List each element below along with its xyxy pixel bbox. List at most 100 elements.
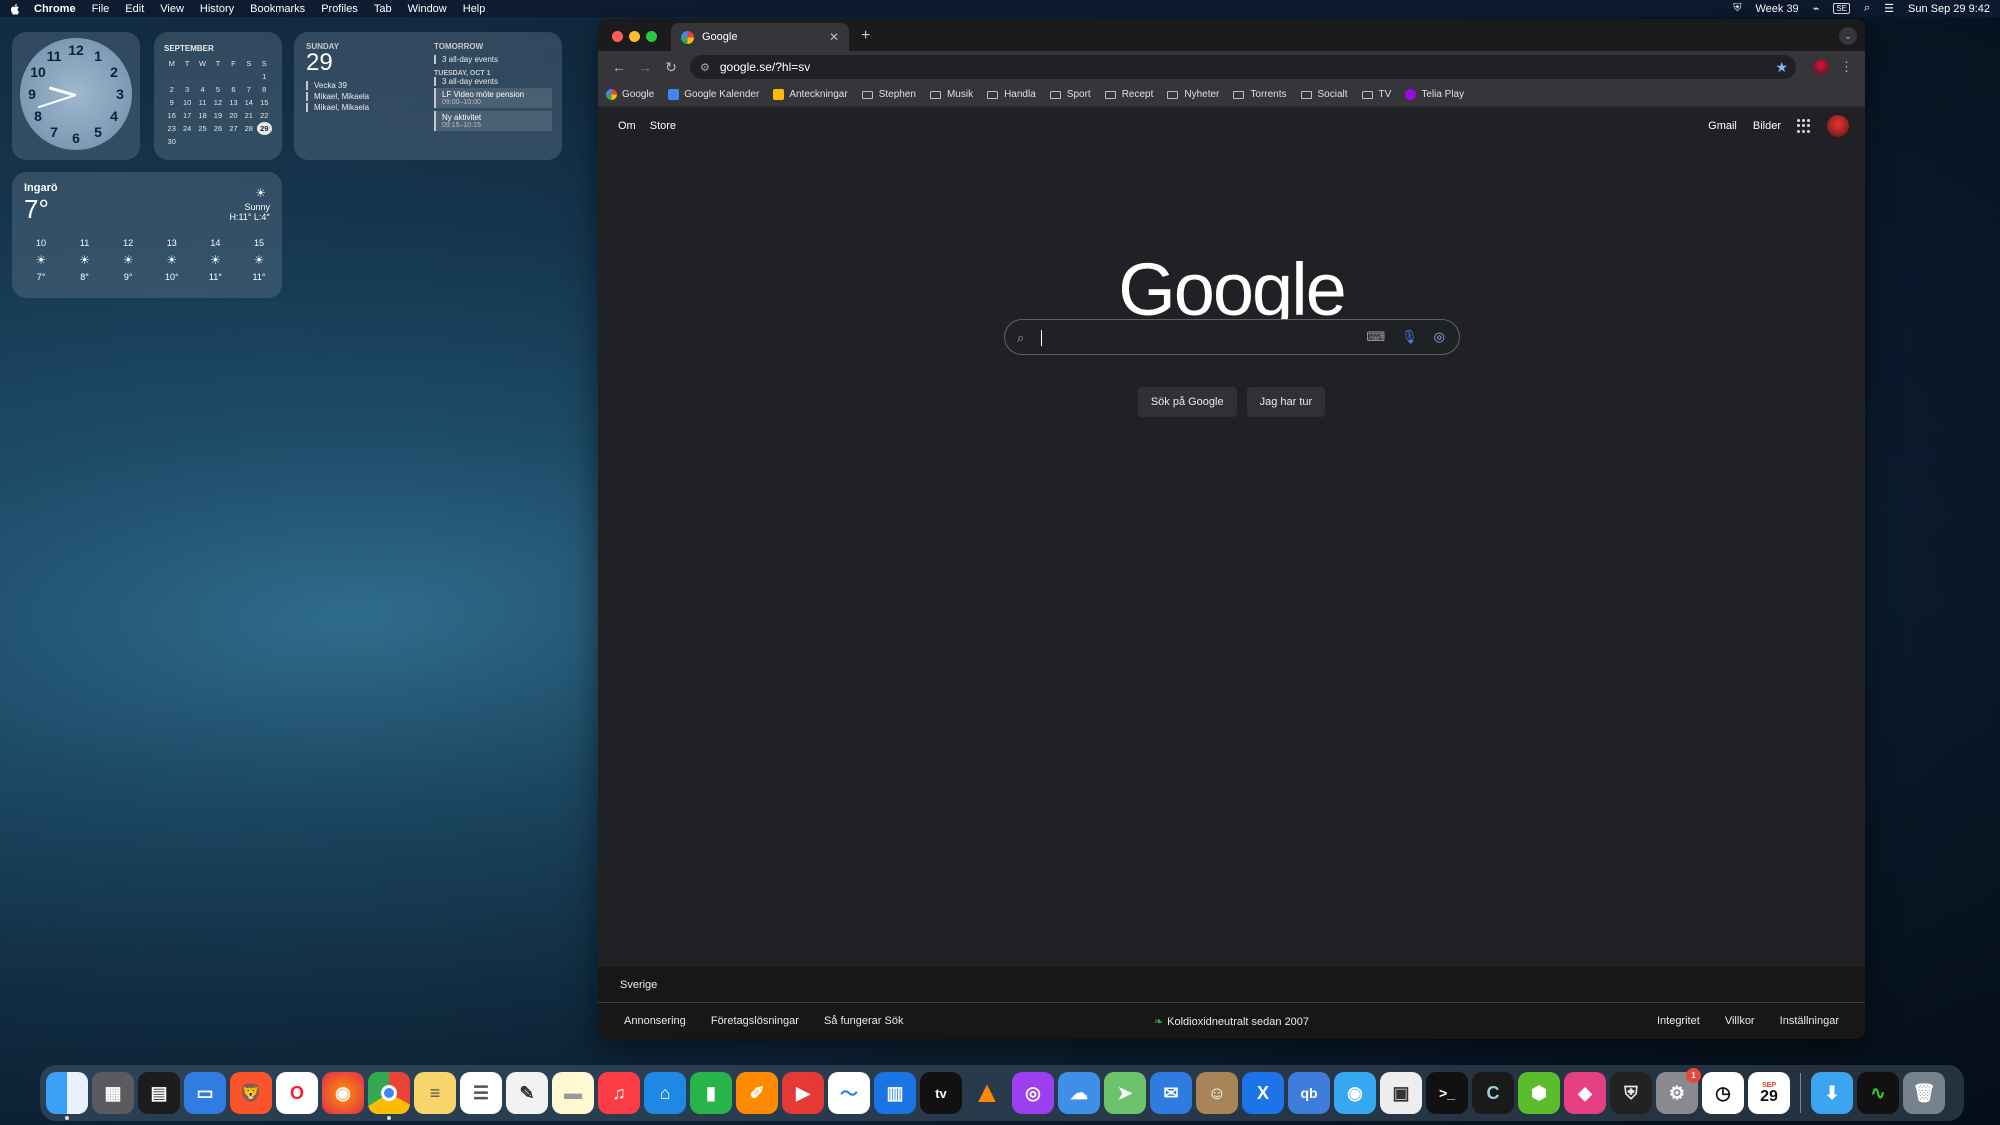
store-link[interactable]: Store [650, 120, 676, 132]
wifi-off-icon[interactable]: ⌁ [1813, 2, 1820, 15]
minimize-window-button[interactable] [629, 31, 640, 42]
mail-icon[interactable]: ✉ [1150, 1072, 1192, 1114]
clock-app-icon[interactable]: ◷ [1702, 1072, 1744, 1114]
bookmark-folder-socialt[interactable]: Socialt [1300, 89, 1348, 100]
bookmark-folder-tv[interactable]: TV [1361, 89, 1391, 100]
close-window-button[interactable] [612, 31, 623, 42]
ccleaner-icon[interactable]: C [1472, 1072, 1514, 1114]
google-lens-icon[interactable]: ◎ [1434, 329, 1445, 345]
menu-file[interactable]: File [92, 3, 110, 15]
menu-tab[interactable]: Tab [374, 3, 392, 15]
footer-privacy-link[interactable]: Integritet [1657, 1015, 1700, 1027]
event-item[interactable]: 3 all-day events [434, 55, 552, 64]
forward-icon[interactable]: → [632, 59, 658, 75]
event-item[interactable]: Mikael, Mikaela [306, 92, 422, 101]
event-item[interactable]: LF Video möte pension 09:00–10:00 [434, 88, 552, 108]
menu-profiles[interactable]: Profiles [321, 3, 358, 15]
bookmark-folder-torrents[interactable]: Torrents [1233, 89, 1287, 100]
file-manager-icon[interactable]: ▭ [184, 1072, 226, 1114]
bookmark-folder-handla[interactable]: Handla [987, 89, 1036, 100]
keyboard-icon[interactable]: ⌨ [1366, 329, 1385, 345]
bookmark-telia-play[interactable]: Telia Play [1405, 89, 1464, 100]
event-item[interactable]: Vecka 39 [306, 81, 422, 90]
zoom-window-button[interactable] [646, 31, 657, 42]
preview-icon[interactable]: ▣ [1380, 1072, 1422, 1114]
input-source-indicator[interactable]: SE [1833, 3, 1850, 14]
tab-google[interactable]: Google ✕ [671, 23, 849, 51]
images-link[interactable]: Bilder [1753, 120, 1781, 132]
gmail-link[interactable]: Gmail [1708, 120, 1737, 132]
keynote-icon[interactable]: ⌂ [644, 1072, 686, 1114]
weather-app-icon[interactable]: ☁ [1058, 1072, 1100, 1114]
bookmark-folder-recept[interactable]: Recept [1104, 89, 1153, 100]
menu-app-name[interactable]: Chrome [34, 3, 76, 15]
search-box[interactable]: ⌕ ⌨ 🎙 ◎ [1004, 319, 1460, 355]
mission-control-icon[interactable]: ▤ [138, 1072, 180, 1114]
event-item[interactable]: Ny aktivitet 09:15–10:15 [434, 111, 552, 131]
downloads-folder-icon[interactable]: ⬇ [1811, 1072, 1853, 1114]
activity-monitor-icon[interactable]: ∿ [1857, 1072, 1899, 1114]
im-feeling-lucky-button[interactable]: Jag har tur [1246, 387, 1326, 417]
system-settings-icon[interactable]: ⚙ 1 [1656, 1068, 1701, 1114]
bookmark-google-kalender[interactable]: Google Kalender [668, 89, 759, 100]
qbittorrent-icon[interactable]: qb [1288, 1072, 1330, 1114]
music-icon[interactable]: ♫ [598, 1072, 640, 1114]
shield-status-icon[interactable]: ⛨ [1733, 2, 1741, 15]
finder-icon[interactable] [46, 1072, 88, 1120]
reminders-icon[interactable]: ☰ [460, 1072, 502, 1114]
freeform-icon[interactable]: 〜 [828, 1072, 870, 1114]
calendar-events-widget[interactable]: SUNDAY 29 Vecka 39 Mikael, Mikaela Mikae… [294, 32, 562, 160]
calendar-month-widget[interactable]: SEPTEMBER M T W T F S S 1 2345678 9 10 11 1… [154, 32, 282, 160]
launchpad-icon[interactable]: ▦ [92, 1072, 134, 1114]
podcasts-icon[interactable]: ◎ [1012, 1072, 1054, 1114]
bookmark-star-icon[interactable]: ★ [1775, 59, 1788, 76]
new-tab-button[interactable]: + [861, 27, 870, 45]
clock-widget[interactable]: 12 1 2 3 4 5 6 7 8 9 10 11 [12, 32, 140, 160]
search-input[interactable] [1039, 326, 1359, 348]
menu-clock[interactable]: Sun Sep 29 9:42 [1908, 3, 1990, 15]
chrome-icon[interactable] [368, 1072, 410, 1120]
menu-view[interactable]: View [160, 3, 184, 15]
profile-avatar[interactable] [1813, 59, 1829, 75]
bookmark-anteckningar[interactable]: Anteckningar [773, 89, 848, 100]
close-tab-icon[interactable]: ✕ [829, 30, 839, 44]
contacts-icon[interactable]: ☺ [1196, 1072, 1238, 1114]
maps-icon[interactable]: ➤ [1104, 1072, 1146, 1114]
microphone-icon[interactable]: 🎙 [1401, 329, 1418, 345]
numbers-icon[interactable]: ▮ [690, 1072, 732, 1114]
brave-browser-icon[interactable]: 🦁 [230, 1072, 272, 1114]
bookmark-folder-stephen[interactable]: Stephen [861, 89, 916, 100]
footer-settings-link[interactable]: Inställningar [1780, 1015, 1839, 1027]
tab-search-button[interactable]: ⌄ [1839, 27, 1857, 45]
google-apps-icon[interactable] [1797, 119, 1811, 133]
stickies-icon[interactable]: ≡ [414, 1072, 456, 1114]
vpn-icon[interactable]: ◉ [1334, 1072, 1376, 1114]
trash-icon[interactable]: 🗑 [1903, 1072, 1945, 1114]
pages-icon[interactable]: ✐ [736, 1072, 778, 1114]
spotlight-search-icon[interactable]: ⌕ [1864, 2, 1870, 15]
event-item[interactable]: Mikael, Mikaela [306, 103, 422, 112]
textedit-icon[interactable]: ✎ [506, 1072, 548, 1114]
calendar-app-icon[interactable]: SEP 29 [1748, 1072, 1790, 1114]
weather-widget[interactable]: Ingarö 7° ☀ Sunny H:11° L:4° 10 ☀ 7° 11 ☀ 8°… [12, 172, 282, 298]
security-app-icon[interactable]: ⛨ [1610, 1072, 1652, 1114]
cleanmymac-icon[interactable]: ◆ [1564, 1072, 1606, 1114]
address-bar[interactable]: ⚙ google.se/?hl=sv ★ [690, 55, 1796, 79]
firefox-icon[interactable]: ◉ [322, 1072, 364, 1114]
x-app-icon[interactable]: X [1242, 1072, 1284, 1114]
site-info-icon[interactable]: ⚙ [700, 61, 710, 74]
footer-terms-link[interactable]: Villkor [1725, 1015, 1755, 1027]
bookmark-folder-sport[interactable]: Sport [1049, 89, 1091, 100]
apple-tv-icon[interactable]: tv [920, 1072, 962, 1114]
pdf-reader-icon[interactable]: ▶ [782, 1072, 824, 1114]
trello-icon[interactable]: ▥ [874, 1072, 916, 1114]
control-center-icon[interactable]: ☰ [1884, 2, 1894, 15]
opera-browser-icon[interactable]: O [276, 1072, 318, 1114]
about-link[interactable]: Om [618, 120, 636, 132]
back-icon[interactable]: ← [606, 59, 632, 75]
notes-icon[interactable]: ▬ [552, 1072, 594, 1114]
reload-icon[interactable]: ↻ [658, 59, 684, 76]
bookmark-folder-musik[interactable]: Musik [929, 89, 973, 100]
vlc-icon[interactable]: ▲ [966, 1072, 1008, 1114]
menu-bookmarks[interactable]: Bookmarks [250, 3, 305, 15]
